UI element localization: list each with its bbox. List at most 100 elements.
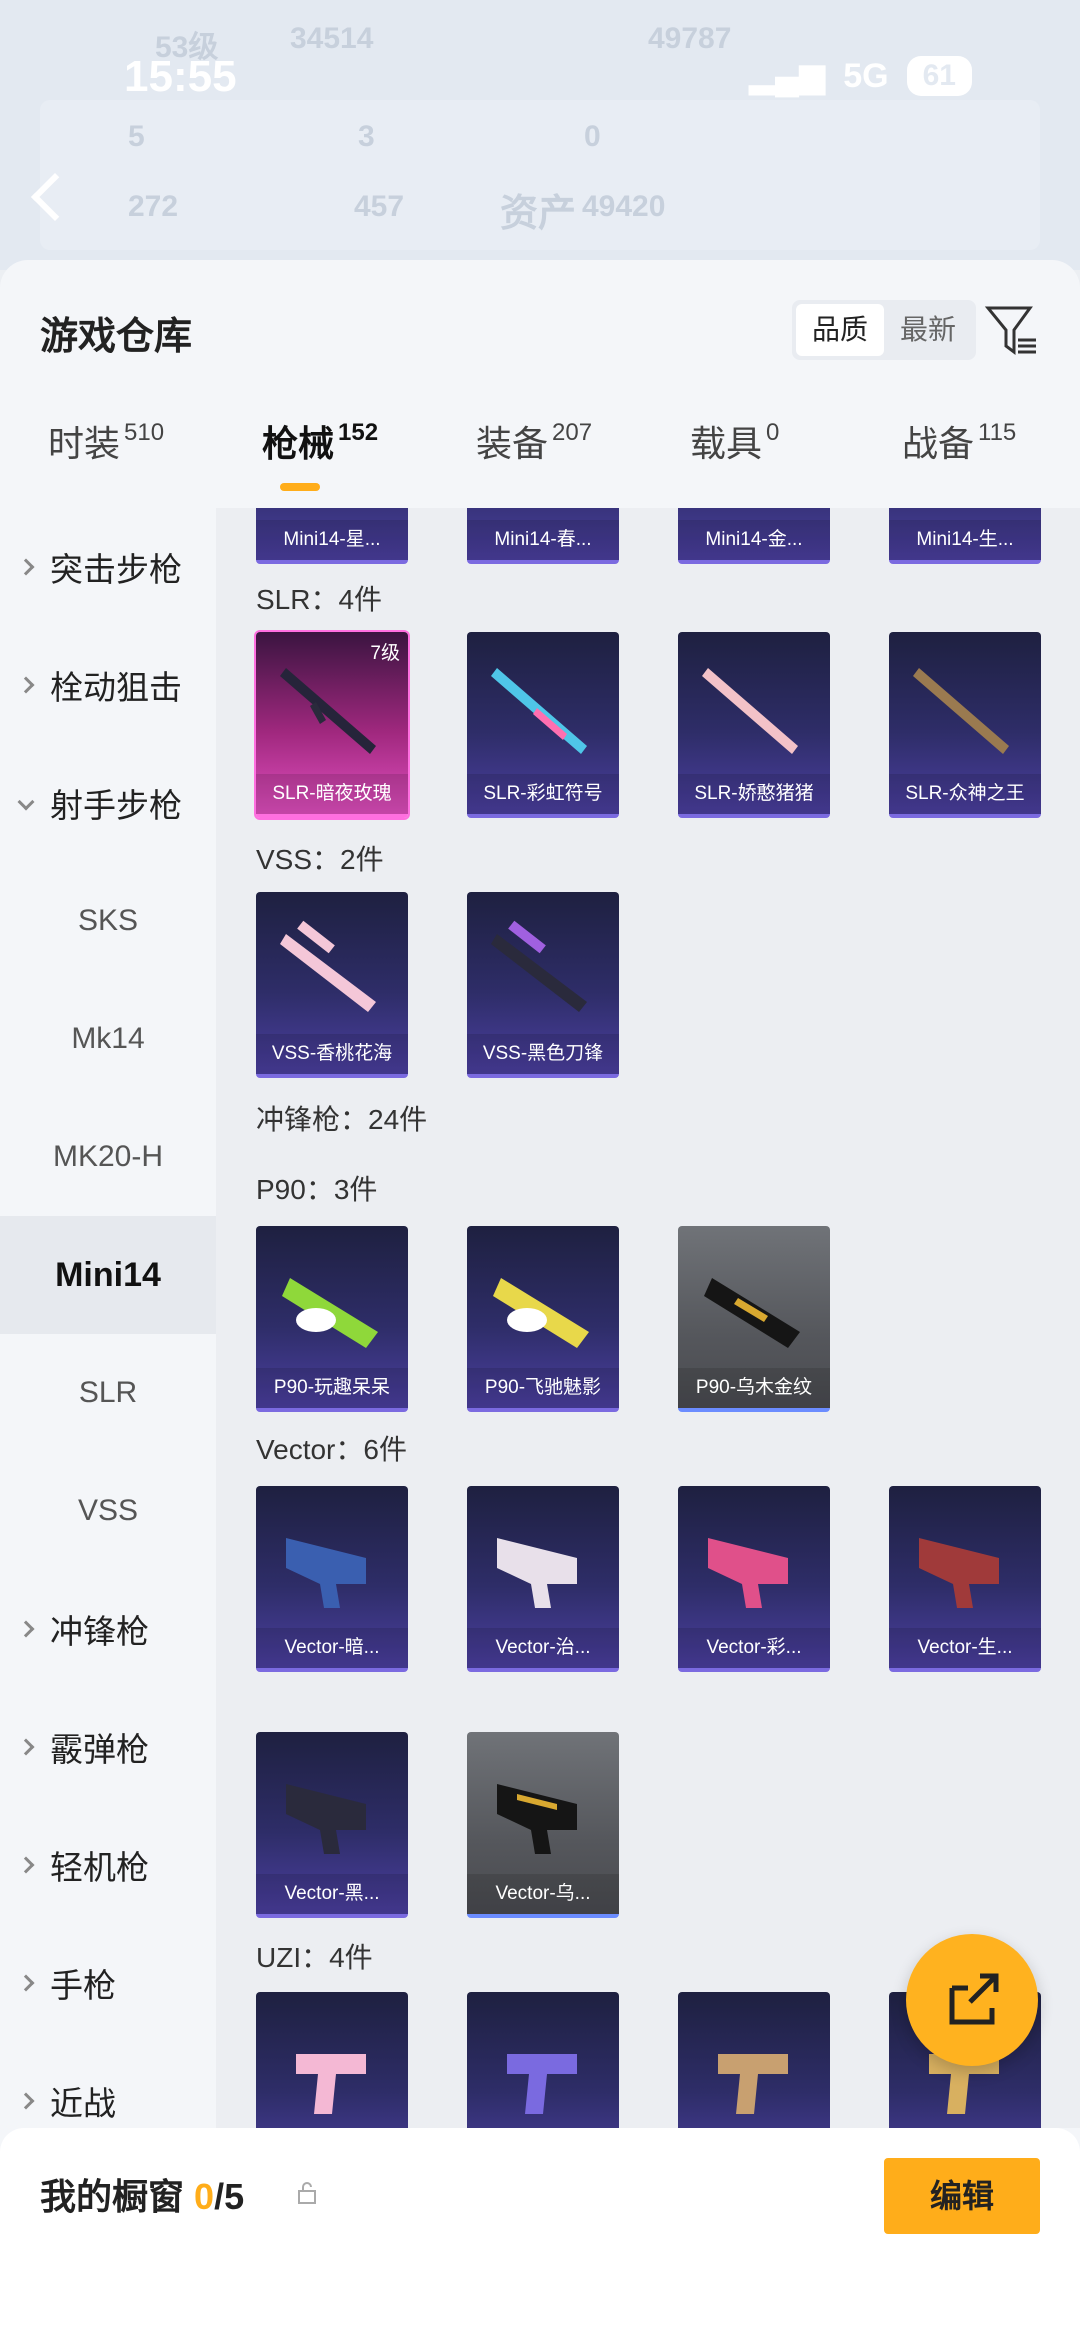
sort-latest-button[interactable]: 最新 [884, 304, 972, 356]
tab-supplies[interactable]: 战备 115 [902, 415, 1016, 467]
item-name: SLR-娇憨猪猪 [678, 774, 830, 814]
item-card[interactable] [678, 1992, 830, 2128]
sort-toggle: 品质 最新 [792, 300, 977, 360]
showcase-bar: 我的橱窗 0/5 编辑 [0, 2128, 1080, 2347]
sidebar-item-label: 栓动狙击 [50, 669, 182, 706]
item-card[interactable]: Mini14-春... [467, 508, 619, 564]
section-title-slr: SLR：4件 [256, 584, 383, 615]
item-card[interactable]: P90-飞驰魅影 [467, 1226, 619, 1412]
tab-firearms[interactable]: 枪械 152 [262, 415, 378, 467]
item-card[interactable] [467, 1992, 619, 2128]
rifle-icon [702, 668, 798, 754]
stat-b-2: 457 [354, 190, 405, 223]
sidebar-item-pistol[interactable]: 手枪 [0, 1924, 216, 2042]
tab-equipment[interactable]: 装备 207 [476, 415, 592, 467]
item-name: Vector-暗... [256, 1628, 408, 1668]
sort-quality-button[interactable]: 品质 [796, 304, 885, 356]
stat-b-1: 272 [128, 190, 179, 223]
smg-icon [497, 1538, 577, 1608]
item-card[interactable]: SLR-众神之王 [889, 632, 1041, 818]
tab-label: 战备 [902, 423, 975, 464]
item-name: Vector-生... [889, 1628, 1041, 1668]
item-card[interactable]: Vector-乌... [467, 1732, 619, 1918]
tab-vehicles[interactable]: 载具 0 [690, 415, 779, 467]
item-name: Mini14-星... [256, 520, 408, 560]
sidebar-item-sks[interactable]: SKS [0, 862, 216, 980]
smg-icon [497, 1784, 577, 1854]
showcase-label: 我的橱窗 [40, 2176, 185, 2217]
assets-value: 49420 [582, 190, 666, 223]
weapon-category-sidebar: 突击步枪 栓动狙击 射手步枪 SKS Mk14 MK20-H Mini14 SL… [0, 508, 216, 2128]
sidebar-item-slr[interactable]: SLR [0, 1334, 216, 1452]
rifle-icon [491, 920, 587, 1012]
assets-label: 资产 [500, 193, 577, 235]
section-title-vector: Vector：6件 [256, 1434, 407, 1465]
smg-icon [282, 1278, 378, 1348]
item-card[interactable]: P90-玩趣呆呆 [256, 1226, 408, 1412]
active-tab-indicator [280, 483, 320, 491]
section-title-uzi: UZI：4件 [256, 1942, 373, 1973]
edit-button[interactable]: 编辑 [884, 2158, 1040, 2234]
smg-icon [919, 1538, 999, 1608]
sidebar-item-bolt-sniper[interactable]: 栓动狙击 [0, 626, 216, 744]
sidebar-item-mk14[interactable]: Mk14 [0, 980, 216, 1098]
item-name: SLR-彩虹符号 [467, 774, 619, 814]
rifle-icon [280, 668, 376, 754]
item-card[interactable]: VSS-香桃花海 [256, 892, 408, 1078]
stat-a-2: 3 [358, 120, 375, 153]
sidebar-item-lmg[interactable]: 轻机枪 [0, 1806, 216, 1924]
sidebar-item-shotgun[interactable]: 霰弹枪 [0, 1688, 216, 1806]
sidebar-item-label: 霰弹枪 [50, 1731, 149, 1768]
rifle-icon [491, 668, 587, 754]
item-card[interactable]: Mini14-生... [889, 508, 1041, 564]
pistol-icon [718, 2054, 788, 2114]
item-card[interactable]: SLR-娇憨猪猪 [678, 632, 830, 818]
external-link-icon [949, 1973, 999, 2025]
section-title-smg: 冲锋枪：24件 [256, 1104, 428, 1135]
item-card[interactable]: P90-乌木金纹 [678, 1226, 830, 1412]
sidebar-item-smg[interactable]: 冲锋枪 [0, 1570, 216, 1688]
item-card[interactable]: Vector-暗... [256, 1486, 408, 1672]
item-name: Vector-乌... [467, 1874, 619, 1914]
item-card[interactable]: VSS-黑色刀锋 [467, 892, 619, 1078]
tab-count: 115 [978, 419, 1017, 446]
sheet-title: 游戏仓库 [40, 316, 193, 358]
item-card[interactable]: 7级 SLR-暗夜玫瑰 [256, 632, 408, 818]
share-button[interactable] [906, 1934, 1038, 2066]
item-card[interactable] [256, 1992, 408, 2128]
item-card[interactable]: Vector-黑... [256, 1732, 408, 1918]
item-name: VSS-香桃花海 [256, 1034, 408, 1074]
item-name: P90-玩趣呆呆 [256, 1368, 408, 1408]
tab-label: 时装 [48, 423, 121, 464]
section-title-vss: VSS：2件 [256, 844, 384, 875]
tab-count: 510 [124, 419, 165, 446]
sidebar-item-vss[interactable]: VSS [0, 1452, 216, 1570]
item-name: Mini14-春... [467, 520, 619, 560]
smg-icon [708, 1538, 788, 1608]
chevron-right-icon [17, 1856, 35, 1874]
sidebar-item-assault-rifle[interactable]: 突击步枪 [0, 508, 216, 626]
tab-count: 207 [552, 419, 593, 446]
sidebar-item-mini14[interactable]: Mini14 [0, 1216, 216, 1334]
sidebar-item-marksman-rifle[interactable]: 射手步枪 [0, 744, 216, 862]
tab-fashion[interactable]: 时装 510 [48, 415, 164, 467]
smg-icon [286, 1538, 366, 1608]
item-name: SLR-众神之王 [889, 774, 1041, 814]
sidebar-item-label: 手枪 [50, 1967, 116, 2004]
showcase-count: 0 [194, 2176, 215, 2217]
battery-indicator: 61 [906, 56, 972, 96]
rifle-icon [913, 668, 1009, 754]
sidebar-item-mk20h[interactable]: MK20-H [0, 1098, 216, 1216]
smg-icon [704, 1278, 800, 1348]
pistol-icon [507, 2054, 577, 2114]
item-card[interactable]: Mini14-星... [256, 508, 408, 564]
item-name: Mini14-金... [678, 520, 830, 560]
item-card[interactable]: Vector-彩... [678, 1486, 830, 1672]
item-card[interactable]: Vector-治... [467, 1486, 619, 1672]
chevron-right-icon [17, 1738, 35, 1756]
filter-icon[interactable] [984, 300, 1038, 360]
item-card[interactable]: Vector-生... [889, 1486, 1041, 1672]
item-card[interactable]: SLR-彩虹符号 [467, 632, 619, 818]
tab-label: 装备 [476, 423, 549, 464]
item-card[interactable]: Mini14-金... [678, 508, 830, 564]
